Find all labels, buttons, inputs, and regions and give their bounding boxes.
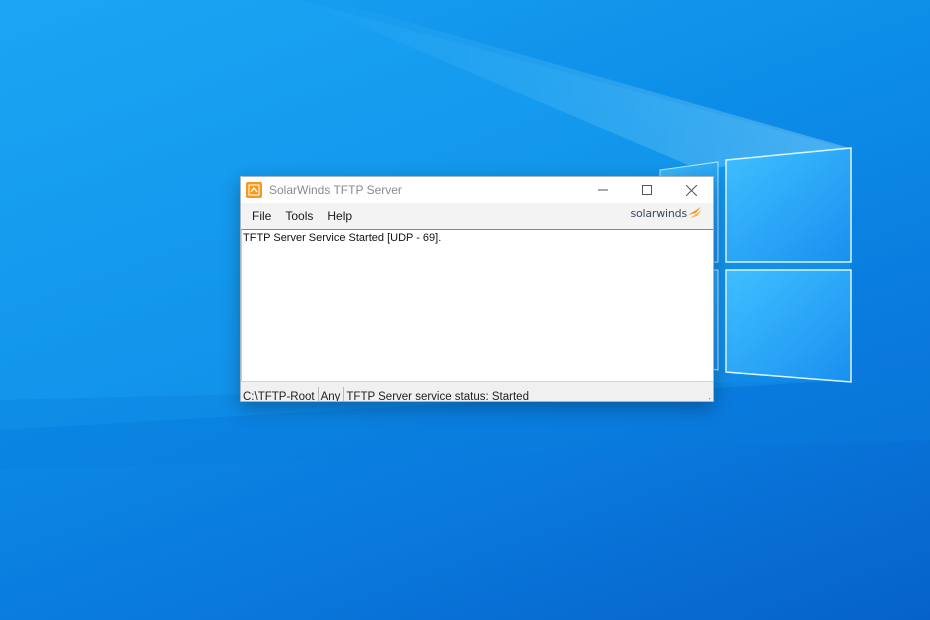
tftp-server-window[interactable]: SolarWinds TFTP Server File Tools Help s… — [240, 176, 714, 402]
maximize-icon — [642, 185, 652, 195]
minimize-button[interactable] — [581, 177, 625, 203]
minimize-icon — [598, 189, 608, 191]
maximize-button[interactable] — [625, 177, 669, 203]
solarwinds-logo-icon — [688, 207, 702, 218]
log-output[interactable]: TFTP Server Service Started [UDP - 69]. — [241, 229, 713, 381]
solarwinds-tftp-icon — [246, 182, 262, 198]
close-button[interactable] — [669, 177, 713, 203]
resize-grip-icon[interactable] — [703, 395, 711, 402]
menu-help[interactable]: Help — [321, 203, 360, 229]
logo-pane-bottom-right — [725, 269, 852, 383]
menu-file[interactable]: File — [241, 203, 279, 229]
desktop: SolarWinds TFTP Server File Tools Help s… — [0, 0, 930, 620]
log-line: TFTP Server Service Started [UDP - 69]. — [243, 232, 442, 244]
brand-text: solarwinds — [630, 206, 687, 220]
title-bar[interactable]: SolarWinds TFTP Server — [241, 177, 713, 203]
status-bar: C:\TFTP-Root Any TFTP Server service sta… — [241, 381, 713, 402]
solarwinds-logo: solarwinds — [630, 206, 703, 220]
menu-tools[interactable]: Tools — [279, 203, 321, 229]
logo-pane-top-right — [725, 147, 852, 263]
status-service: TFTP Server service status: Started — [346, 391, 529, 402]
menu-bar: File Tools Help solarwinds — [241, 203, 713, 229]
close-icon — [685, 184, 697, 196]
status-bind: Any — [319, 387, 345, 401]
status-root-folder: C:\TFTP-Root — [241, 387, 319, 401]
window-title: SolarWinds TFTP Server — [269, 183, 402, 197]
